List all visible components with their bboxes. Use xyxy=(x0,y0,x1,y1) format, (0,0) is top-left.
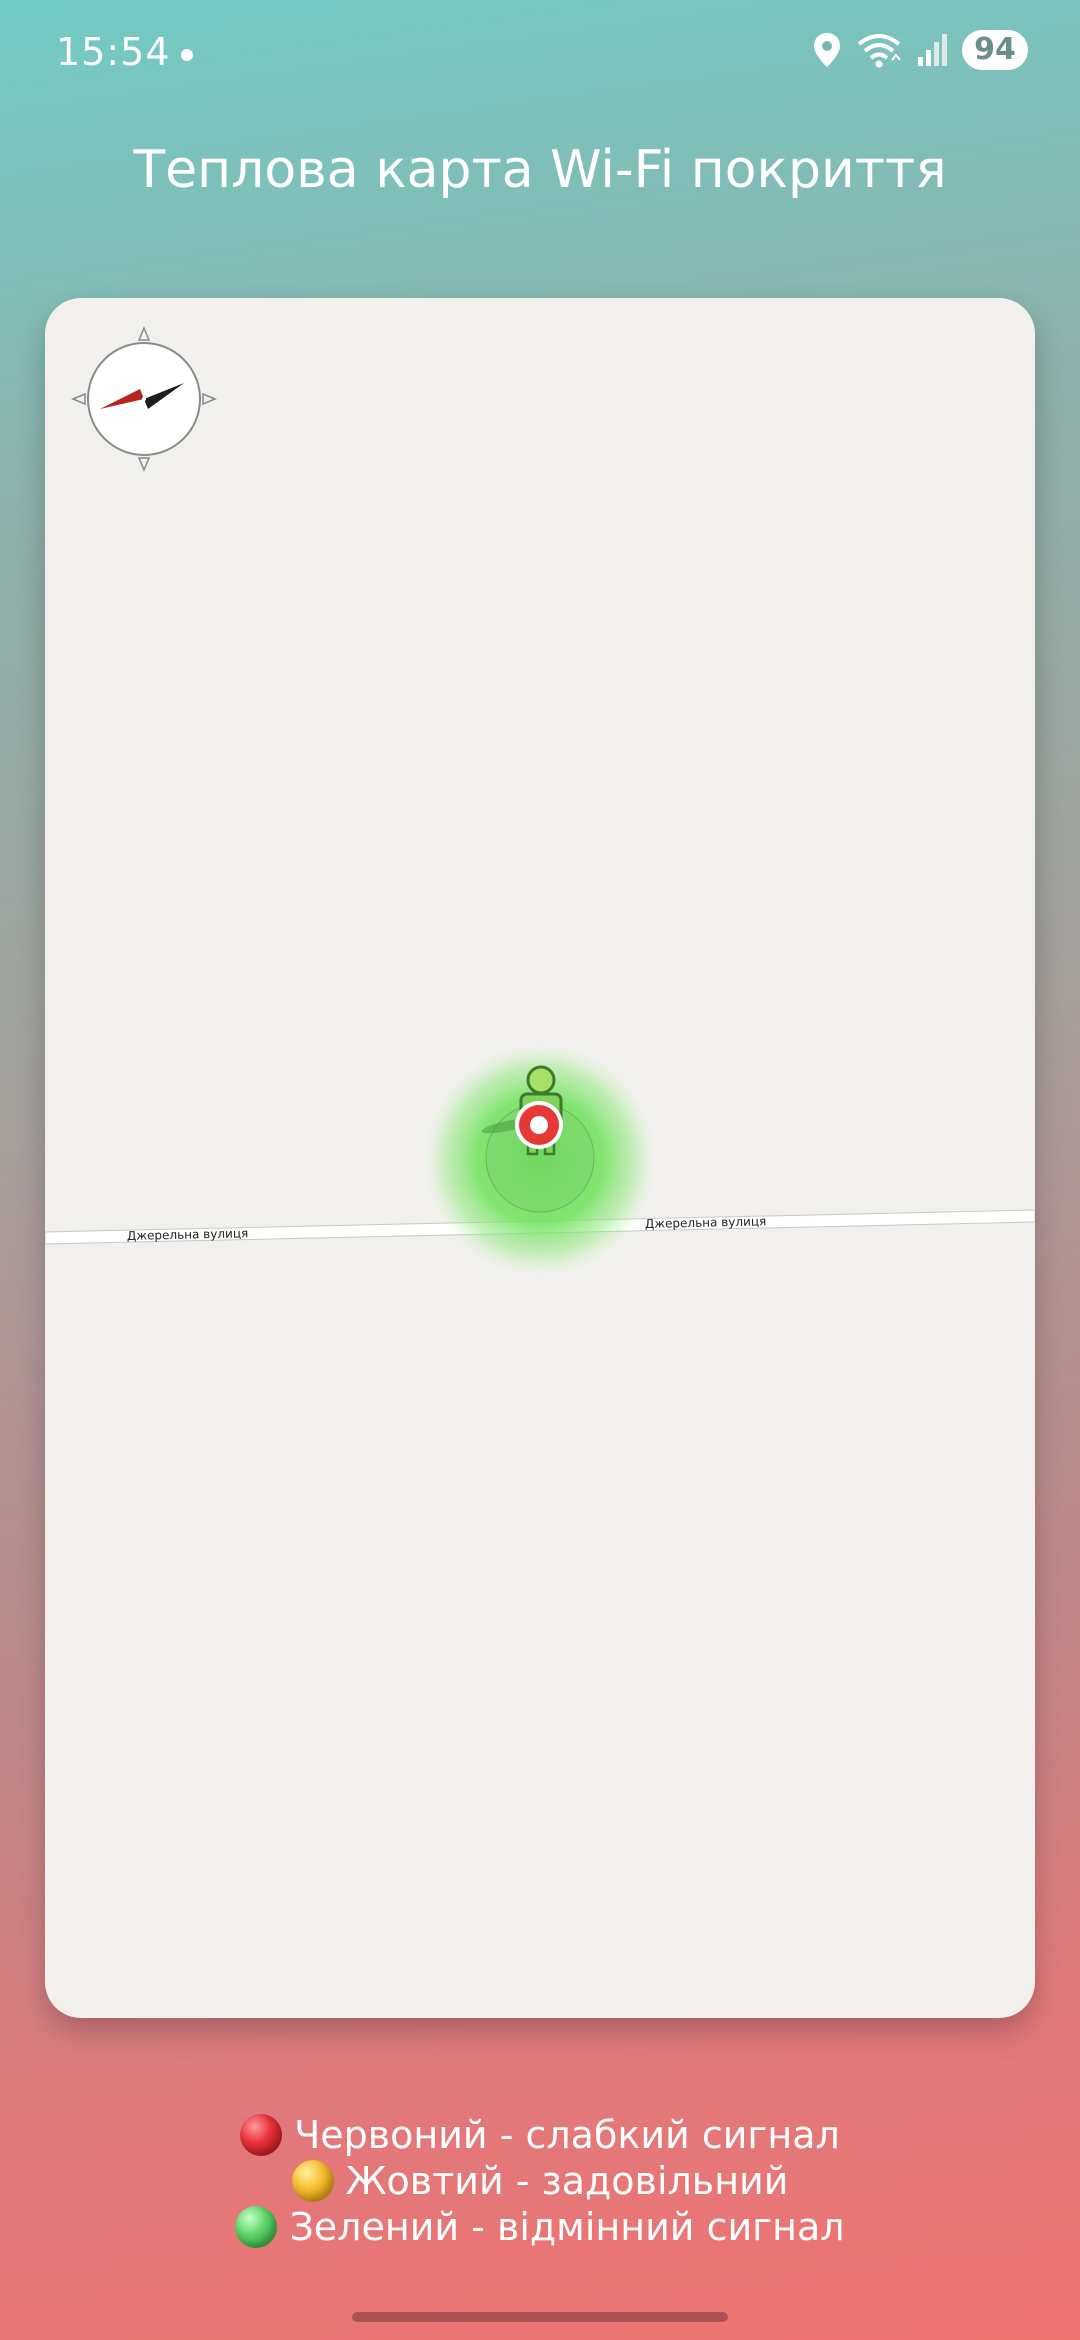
status-bar: 15:54 94 xyxy=(0,0,1080,110)
location-marker-icon[interactable] xyxy=(515,1101,563,1149)
map-canvas[interactable]: Джерельна вулиця Джерельна вулиця xyxy=(45,298,1035,2018)
status-icons: 94 xyxy=(812,30,1028,70)
legend-item-red: Червоний - слабкий сигнал xyxy=(240,2112,840,2158)
location-icon xyxy=(814,33,840,67)
legend-label-green: Зелений - відмінний сигнал xyxy=(289,2205,845,2249)
red-circle-icon xyxy=(240,2114,283,2156)
legend-label-yellow: Жовтий - задовільний xyxy=(345,2159,789,2203)
battery-icon: 94 xyxy=(962,30,1028,70)
legend-label-red: Червоний - слабкий сигнал xyxy=(294,2113,840,2157)
road-label-right: Джерельна вулиця xyxy=(645,1214,767,1231)
legend-item-yellow: Жовтий - задовільний xyxy=(291,2158,789,2204)
yellow-circle-icon xyxy=(291,2160,334,2202)
signal-legend: Червоний - слабкий сигнал Жовтий - задов… xyxy=(0,2112,1080,2250)
map-view[interactable]: Джерельна вулиця Джерельна вулиця xyxy=(45,298,1035,2018)
legend-item-green: Зелений - відмінний сигнал xyxy=(235,2204,845,2250)
status-time: 15:54 xyxy=(56,30,171,74)
compass-icon[interactable] xyxy=(71,326,217,472)
notification-dot-icon xyxy=(181,49,193,61)
wifi-icon xyxy=(857,34,901,68)
green-circle-icon xyxy=(235,2206,278,2248)
home-indicator[interactable] xyxy=(352,2312,728,2322)
road-label-left: Джерельна вулиця xyxy=(127,1226,249,1243)
signal-icon xyxy=(918,34,947,66)
page-title: Теплова карта Wi-Fi покриття xyxy=(133,140,947,200)
